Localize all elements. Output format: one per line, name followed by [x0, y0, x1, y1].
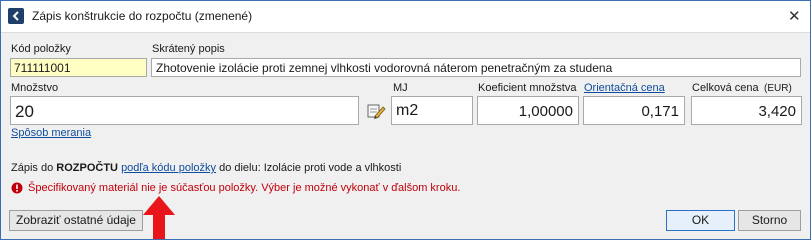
koef-value: 1,00000 [518, 103, 573, 120]
mnozstvo-input[interactable]: 20 [10, 96, 359, 125]
celkova-input[interactable]: 3,420 [691, 96, 802, 125]
up-arrow-annotation [142, 195, 176, 239]
orientacna-cena-link[interactable]: Orientačná cena [584, 82, 665, 94]
kod-value: 711111001 [14, 61, 71, 75]
back-button[interactable] [8, 8, 24, 24]
celkova-unit: (EUR) [764, 83, 792, 94]
title-bar: Zápis konštrukcie do rozpočtu (zmenené) … [1, 1, 810, 33]
mnozstvo-label: Množstvo [11, 82, 59, 94]
popis-input[interactable]: Zhotovenie izolácie proti zemnej vlhkost… [151, 58, 801, 77]
cena-value: 0,171 [641, 103, 679, 120]
mnozstvo-value: 20 [15, 102, 34, 121]
info-line: Zápis do ROZPOČTU podľa kódu položky do … [11, 162, 401, 174]
kod-label: Kód položky [11, 43, 71, 55]
window-title: Zápis konštrukcie do rozpočtu (zmenené) [32, 9, 253, 23]
celkova-value: 3,420 [758, 103, 796, 120]
kod-input[interactable]: 711111001 [10, 58, 147, 77]
popis-label: Skrátený popis [152, 43, 225, 55]
dialog-window: Zápis konštrukcie do rozpočtu (zmenené) … [0, 0, 811, 240]
info-rozpocet: ROZPOČTU [56, 162, 118, 174]
mj-value: m2 [396, 102, 419, 119]
popis-value: Zhotovenie izolácie proti zemnej vlhkost… [156, 61, 613, 75]
storno-button[interactable]: Storno [738, 210, 801, 231]
calculator-edit-icon[interactable] [366, 101, 386, 121]
celkova-label: Celková cena [692, 82, 759, 94]
error-icon [11, 182, 23, 194]
close-icon[interactable]: ✕ [788, 7, 801, 25]
ok-button[interactable]: OK [666, 210, 735, 231]
koef-label: Koeficient množstva [478, 82, 577, 94]
info-prefix: Zápis do [11, 162, 54, 174]
mj-label: MJ [393, 82, 408, 94]
info-suffix: do dielu: Izolácie proti vode a vlhkosti [219, 162, 402, 174]
sposob-merania-link[interactable]: Spôsob merania [11, 127, 91, 139]
mj-input[interactable]: m2 [391, 96, 473, 125]
podla-kodu-link[interactable]: podľa kódu položky [121, 162, 216, 174]
error-message: Špecifikovaný materiál nie je súčasťou p… [28, 182, 461, 194]
cena-input[interactable]: 0,171 [583, 96, 685, 125]
chevron-left-icon [12, 11, 19, 21]
koef-input[interactable]: 1,00000 [477, 96, 579, 125]
zobrazit-ostatne-button[interactable]: Zobraziť ostatné údaje [9, 210, 143, 231]
